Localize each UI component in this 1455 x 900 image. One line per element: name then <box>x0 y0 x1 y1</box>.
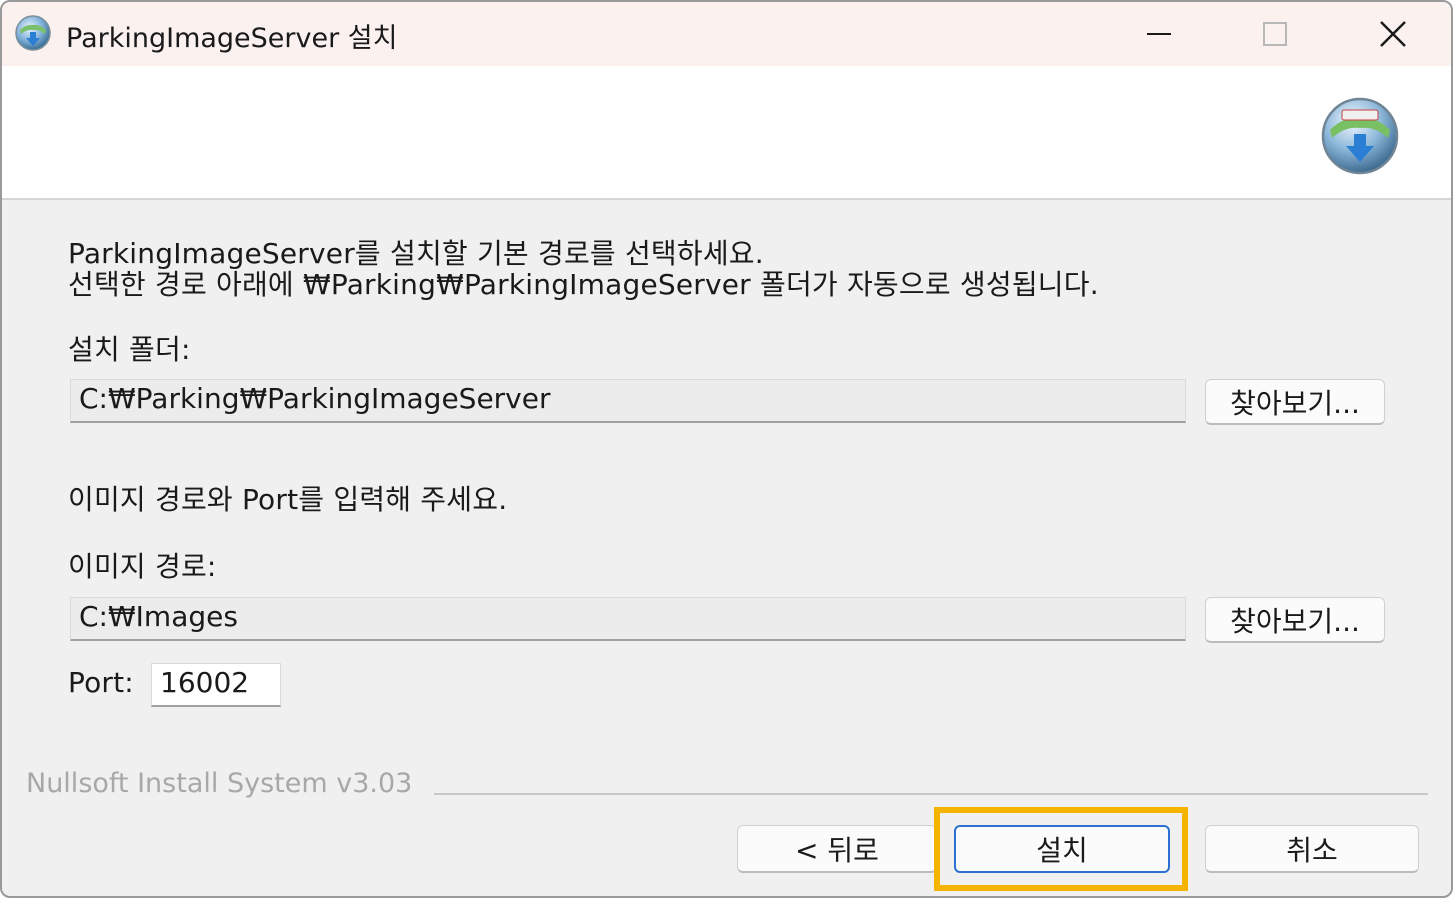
nsis-brand-text: Nullsoft Install System v3.03 <box>26 768 413 799</box>
instruction-line-2: 선택한 경로 아래에 ₩Parking₩ParkingImageServer 폴… <box>68 268 1099 301</box>
title-bar: ParkingImageServer 설치 <box>2 2 1451 66</box>
install-button[interactable]: 설치 <box>954 825 1170 873</box>
close-icon <box>1380 21 1406 47</box>
minimize-button[interactable] <box>1104 2 1214 66</box>
close-button[interactable] <box>1338 2 1448 66</box>
installer-window: ParkingImageServer 설치 ParkingImageServer… <box>0 0 1453 898</box>
maximize-icon <box>1263 22 1287 46</box>
install-folder-label: 설치 폴더: <box>68 333 191 366</box>
minimize-icon <box>1147 33 1171 35</box>
brand-divider <box>434 793 1428 795</box>
port-input[interactable]: 16002 <box>151 663 281 707</box>
installer-app-icon <box>15 15 51 51</box>
installer-header-icon <box>1321 97 1399 175</box>
image-section-prompt: 이미지 경로와 Port를 입력해 주세요. <box>68 483 508 516</box>
port-label: Port: <box>68 666 134 699</box>
install-folder-input[interactable]: C:₩Parking₩ParkingImageServer <box>70 379 1186 423</box>
image-path-input[interactable]: C:₩Images <box>70 597 1186 641</box>
install-folder-browse-button[interactable]: 찾아보기... <box>1205 379 1385 425</box>
image-path-label: 이미지 경로: <box>68 550 217 583</box>
window-title: ParkingImageServer 설치 <box>66 23 398 54</box>
back-button[interactable]: < 뒤로 <box>737 825 937 873</box>
image-path-browse-button[interactable]: 찾아보기... <box>1205 597 1385 643</box>
header-panel <box>2 66 1451 200</box>
maximize-button[interactable] <box>1220 2 1330 66</box>
cancel-button[interactable]: 취소 <box>1205 825 1419 873</box>
